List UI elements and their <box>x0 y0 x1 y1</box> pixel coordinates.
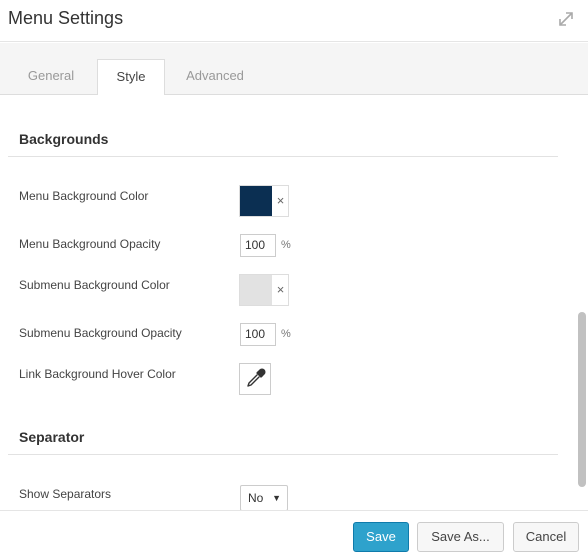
settings-content[interactable]: Backgrounds Menu Background Color × Menu… <box>0 95 588 510</box>
submenu-bg-color-label: Submenu Background Color <box>19 278 170 292</box>
dialog-header: Menu Settings <box>0 0 588 42</box>
submenu-bg-opacity-label: Submenu Background Opacity <box>19 326 182 340</box>
tab-general[interactable]: General <box>12 59 90 95</box>
menu-bg-color-clear-button[interactable]: × <box>273 186 288 216</box>
menu-bg-color-picker: × <box>239 185 289 217</box>
save-button[interactable]: Save <box>353 522 409 552</box>
expand-icon[interactable] <box>556 9 576 29</box>
show-separators-label: Show Separators <box>19 487 112 501</box>
tab-bar: General Style Advanced <box>0 43 588 96</box>
section-divider <box>8 156 558 157</box>
menu-bg-opacity-input[interactable]: 100 <box>240 234 276 257</box>
scrollbar-thumb[interactable] <box>578 312 586 487</box>
tab-style[interactable]: Style <box>97 59 165 96</box>
show-separators-select[interactable]: No ▼ <box>240 485 288 510</box>
link-bg-hover-color-picker[interactable] <box>239 363 271 395</box>
section-title-backgrounds: Backgrounds <box>19 131 109 147</box>
submenu-bg-opacity-unit: % <box>281 328 291 340</box>
section-title-separator: Separator <box>19 429 85 445</box>
show-separators-value: No <box>248 491 264 505</box>
section-divider <box>8 454 558 455</box>
eyedropper-icon <box>247 368 266 387</box>
dialog-title: Menu Settings <box>8 8 124 28</box>
submenu-bg-opacity-input[interactable]: 100 <box>240 323 276 346</box>
menu-bg-color-swatch[interactable] <box>240 186 272 216</box>
menu-bg-opacity-label: Menu Background Opacity <box>19 237 161 251</box>
menu-bg-color-label: Menu Background Color <box>19 189 149 203</box>
save-as-button[interactable]: Save As... <box>417 522 504 552</box>
submenu-bg-color-picker: × <box>239 274 289 306</box>
submenu-bg-color-swatch[interactable] <box>240 275 272 305</box>
dialog-footer: Save Save As... Cancel <box>0 510 588 552</box>
cancel-button[interactable]: Cancel <box>513 522 579 552</box>
submenu-bg-color-clear-button[interactable]: × <box>273 275 288 305</box>
tab-advanced[interactable]: Advanced <box>175 59 255 95</box>
link-bg-hover-color-label: Link Background Hover Color <box>19 367 176 381</box>
menu-bg-opacity-unit: % <box>281 239 291 251</box>
chevron-down-icon: ▼ <box>272 493 281 503</box>
